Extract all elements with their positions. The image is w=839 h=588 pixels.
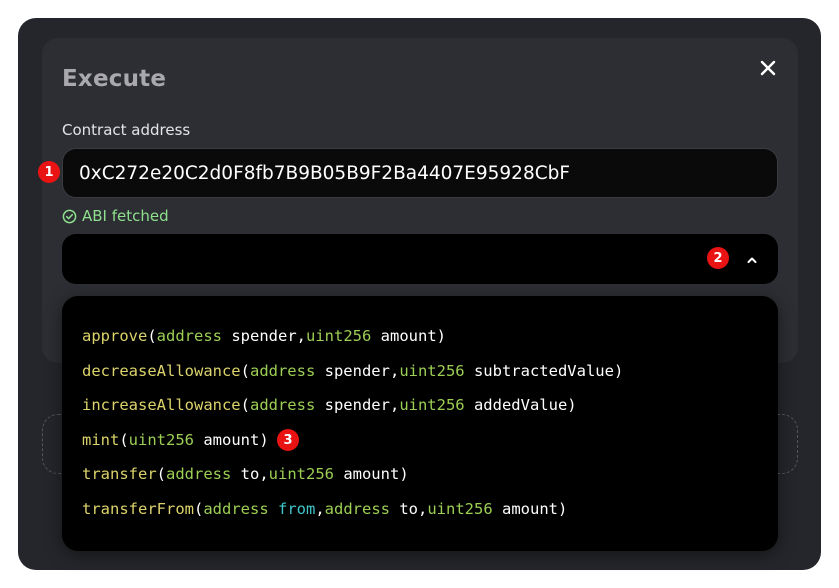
function-name: mint xyxy=(82,431,120,449)
param-type: uint256 xyxy=(306,327,372,345)
param-type: uint256 xyxy=(268,465,334,483)
annotation-badge-2: 2 xyxy=(707,247,729,269)
annotation-badge-3: 3 xyxy=(277,429,299,451)
param-type: uint256 xyxy=(128,431,194,449)
function-name: increaseAllowance xyxy=(82,396,241,414)
function-option-decreaseAllowance[interactable]: decreaseAllowance(address spender,uint25… xyxy=(82,359,623,383)
param-type: address xyxy=(249,362,316,380)
close-button[interactable] xyxy=(755,55,781,81)
contract-address-input[interactable] xyxy=(62,148,778,198)
param-type: address xyxy=(324,500,390,518)
function-select[interactable] xyxy=(62,234,778,284)
function-option-mint[interactable]: mint(uint256 amount) xyxy=(82,428,269,452)
function-option-approve[interactable]: approve(address spender,uint256 amount) xyxy=(82,324,446,348)
abi-status-text: ABI fetched xyxy=(82,207,169,225)
function-name: transferFrom xyxy=(82,500,194,518)
function-name: transfer xyxy=(82,465,157,483)
annotation-badge-1: 1 xyxy=(38,161,60,183)
function-option-transferFrom[interactable]: transferFrom(address from,address to,uin… xyxy=(82,497,567,521)
param-type: address xyxy=(156,327,222,345)
dialog-title: Execute xyxy=(62,66,167,92)
function-name: decreaseAllowance xyxy=(82,362,241,380)
contract-address-label: Contract address xyxy=(62,121,191,139)
param-keyword: from xyxy=(278,500,316,518)
function-name: approve xyxy=(82,327,148,345)
abi-status: ABI fetched xyxy=(62,207,169,225)
check-circle-icon xyxy=(62,209,77,223)
close-icon xyxy=(760,60,776,76)
function-option-transfer[interactable]: transfer(address to,uint256 amount) xyxy=(82,462,409,486)
param-type: uint256 xyxy=(399,362,465,380)
param-type: uint256 xyxy=(399,396,465,414)
chevron-up-icon[interactable] xyxy=(744,252,760,266)
param-type: address xyxy=(166,465,232,483)
function-option-increaseAllowance[interactable]: increaseAllowance(address spender,uint25… xyxy=(82,393,577,417)
param-type: uint256 xyxy=(427,500,493,518)
param-type: address xyxy=(249,396,316,414)
param-type: address xyxy=(203,500,269,518)
